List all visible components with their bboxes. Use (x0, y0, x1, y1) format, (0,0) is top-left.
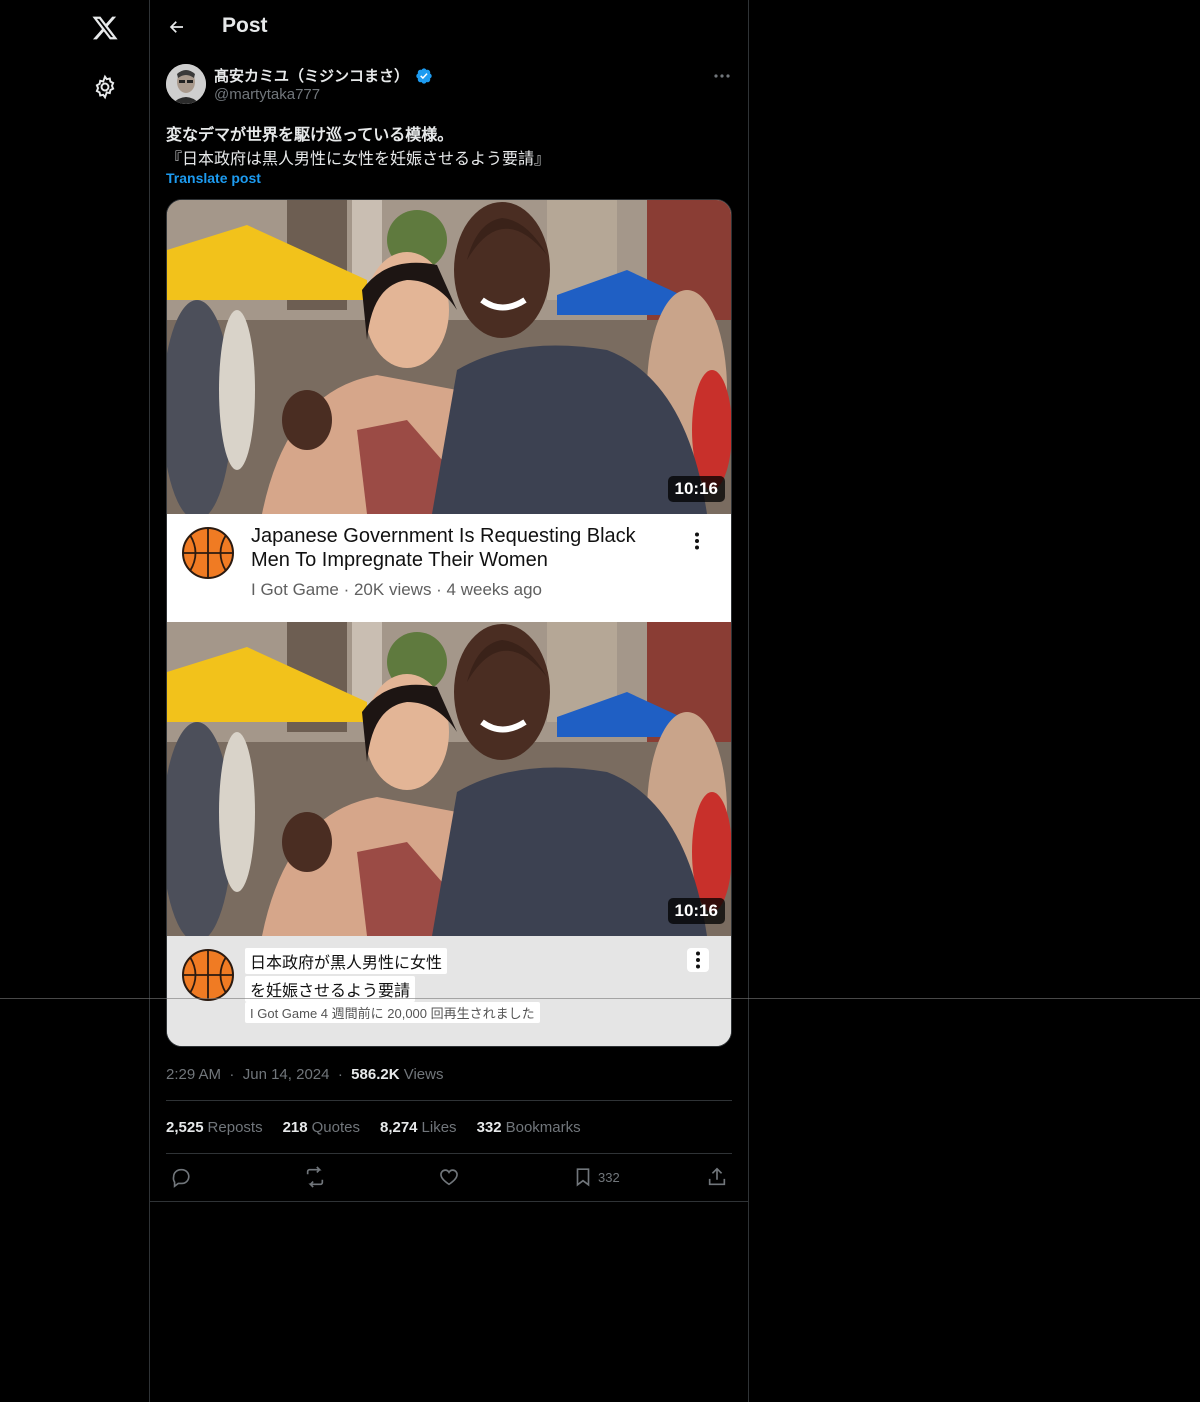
horizontal-guide-line (0, 998, 1200, 999)
separator-dot: · (333, 1066, 347, 1083)
top-bar: Post (150, 0, 748, 54)
post-time[interactable]: 2:29 AM (166, 1066, 221, 1083)
post-date[interactable]: Jun 14, 2024 (243, 1066, 330, 1083)
stat-reposts[interactable]: 2,525 Reposts (166, 1119, 263, 1136)
video-info-card-1[interactable]: Japanese Government Is Requesting Black … (167, 514, 731, 622)
divider (166, 1100, 732, 1101)
share-icon[interactable] (706, 1166, 728, 1188)
author-handle[interactable]: @martytaka777 (214, 86, 320, 103)
stat-quotes[interactable]: 218 Quotes (283, 1119, 360, 1136)
video-duration: 10:16 (667, 898, 725, 924)
separator-dot: · (225, 1066, 239, 1083)
page-title: Post (222, 14, 268, 37)
post-media[interactable]: 10:16 Japanese Government Is Requesting … (166, 199, 732, 1047)
repost-icon[interactable] (304, 1166, 326, 1188)
avatar[interactable] (166, 64, 206, 104)
divider (166, 1153, 732, 1154)
translate-post-link[interactable]: Translate post (166, 170, 261, 186)
divider (150, 1201, 748, 1202)
action-bar: 332 (166, 1162, 732, 1192)
kebab-menu-icon[interactable] (687, 530, 707, 552)
post-text-line2: 『日本政府は黒人男性に女性を妊娠させるよう要請』 (166, 151, 551, 168)
video-thumbnail-2[interactable]: 10:16 (167, 622, 731, 942)
video-duration: 10:16 (667, 476, 725, 502)
video-meta-japanese: I Got Game 4 週間前に 20,000 回再生されました (245, 1002, 540, 1023)
video-thumbnail-1[interactable]: 10:16 (167, 200, 731, 520)
video-title[interactable]: Japanese Government Is Requesting Black … (251, 524, 671, 572)
reply-icon[interactable] (170, 1166, 192, 1188)
main-column: Post 髙安カミユ（ミジンコまさ） @martytaka777 変なデマが世界… (149, 0, 749, 1402)
author-name[interactable]: 髙安カミユ（ミジンコまさ） (214, 65, 409, 86)
video-title-japanese[interactable]: 日本政府が黒人男性に女性 を妊娠させるよう要請 (245, 948, 448, 1004)
stat-bookmarks[interactable]: 332 Bookmarks (477, 1119, 581, 1136)
post-text-line1: 変なデマが世界を駆け巡っている模様。 (166, 127, 454, 144)
x-logo-icon[interactable] (87, 10, 123, 46)
left-nav (0, 0, 150, 1402)
video-meta: I Got Game · 20K views · 4 weeks ago (251, 580, 543, 599)
video-title-line1: 日本政府が黒人男性に女性 (245, 948, 448, 974)
bookmark-icon[interactable]: 332 (572, 1166, 620, 1188)
views-count: 586.2K (351, 1066, 400, 1083)
views-label: Views (403, 1066, 444, 1083)
bookmark-count: 332 (598, 1169, 620, 1185)
kebab-menu-icon[interactable] (687, 948, 709, 972)
author-name-row[interactable]: 髙安カミユ（ミジンコまさ） (214, 65, 433, 86)
post-timestamp: 2:29 AM · Jun 14, 2024 · 586.2K Views (166, 1066, 443, 1083)
basketball-icon (182, 527, 234, 579)
engagement-stats: 2,525 Reposts 218 Quotes 8,274 Likes 332 Boo… (166, 1119, 581, 1136)
like-icon[interactable] (438, 1166, 460, 1188)
back-arrow-icon[interactable] (164, 14, 190, 40)
stat-likes[interactable]: 8,274 Likes (380, 1119, 457, 1136)
basketball-icon (182, 949, 234, 1001)
more-options-icon[interactable] (710, 66, 734, 86)
gear-icon[interactable] (90, 72, 120, 102)
video-info-card-2[interactable]: 日本政府が黒人男性に女性 を妊娠させるよう要請 I Got Game 4 週間前… (167, 936, 731, 1046)
verified-badge-icon (416, 67, 432, 84)
